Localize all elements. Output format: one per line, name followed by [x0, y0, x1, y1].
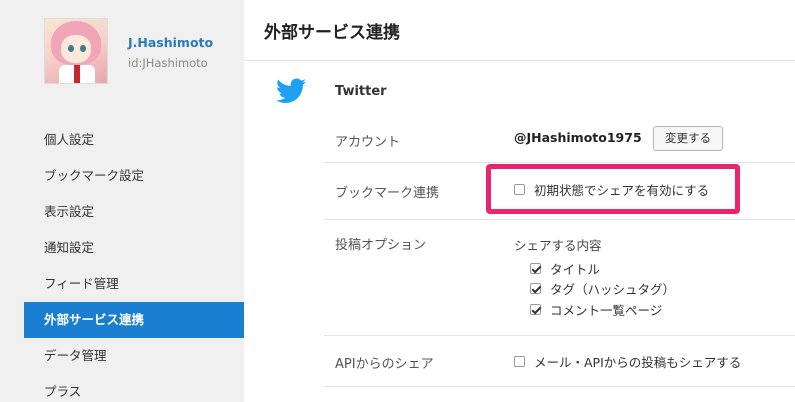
page-title: 外部サービス連携 [264, 23, 400, 43]
change-account-button[interactable]: 変更する [653, 126, 723, 151]
sidebar-item-notification[interactable]: 通知設定 [24, 230, 244, 266]
sidebar-item-data[interactable]: データ管理 [24, 338, 244, 374]
sidebar-item-personal[interactable]: 個人設定 [24, 122, 244, 158]
divider [244, 60, 795, 61]
option-hashtag-label[interactable]: タグ（ハッシュタグ） [550, 279, 675, 298]
share-content-label: シェアする内容 [514, 238, 602, 253]
divider [324, 219, 795, 220]
main-content: 外部サービス連携 Twitter アカウント @JHashimoto1975 変… [244, 0, 795, 402]
settings-nav: 個人設定 ブックマーク設定 表示設定 通知設定 フィード管理 外部サービス連携 … [24, 122, 244, 402]
sidebar-item-display[interactable]: 表示設定 [24, 194, 244, 230]
account-value: @JHashimoto1975 [514, 130, 642, 145]
option-title-label[interactable]: タイトル [550, 259, 600, 278]
api-share-option[interactable]: メール・APIからの投稿もシェアする [514, 352, 741, 371]
sidebar-item-bookmark[interactable]: ブックマーク設定 [24, 158, 244, 194]
profile-user-id: id:JHashimoto [128, 56, 208, 70]
account-label: アカウント [335, 135, 401, 150]
option-comment-page-label[interactable]: コメント一覧ページ [550, 300, 662, 319]
api-share-checkbox[interactable] [514, 356, 525, 367]
twitter-bird-icon [276, 78, 306, 103]
api-share-label: APIからのシェア [335, 357, 434, 372]
highlight-annotation [486, 164, 740, 214]
option-title-checkbox[interactable] [530, 263, 541, 274]
divider [324, 335, 795, 336]
option-comment-page-checkbox[interactable] [530, 304, 541, 315]
divider [324, 386, 795, 387]
post-options-label: 投稿オプション [335, 238, 427, 253]
avatar[interactable] [44, 18, 108, 84]
profile-card: J.Hashimoto id:JHashimoto [44, 18, 213, 88]
option-hashtag[interactable]: タグ（ハッシュタグ） [530, 279, 675, 298]
api-share-checkbox-label[interactable]: メール・APIからの投稿もシェアする [534, 352, 741, 371]
settings-page: J.Hashimoto id:JHashimoto 個人設定 ブックマーク設定 … [0, 0, 795, 402]
sidebar-item-external-services[interactable]: 外部サービス連携 [24, 302, 244, 338]
option-hashtag-checkbox[interactable] [530, 283, 541, 294]
service-name: Twitter [335, 84, 387, 99]
sidebar-item-feed[interactable]: フィード管理 [24, 266, 244, 302]
sidebar-item-plus[interactable]: プラス [24, 374, 244, 402]
option-title[interactable]: タイトル [530, 259, 600, 278]
divider [324, 162, 795, 163]
profile-display-name[interactable]: J.Hashimoto [128, 35, 213, 50]
bookmark-link-label: ブックマーク連携 [335, 186, 440, 201]
sidebar: J.Hashimoto id:JHashimoto 個人設定 ブックマーク設定 … [0, 0, 244, 402]
option-comment-page[interactable]: コメント一覧ページ [530, 300, 662, 319]
